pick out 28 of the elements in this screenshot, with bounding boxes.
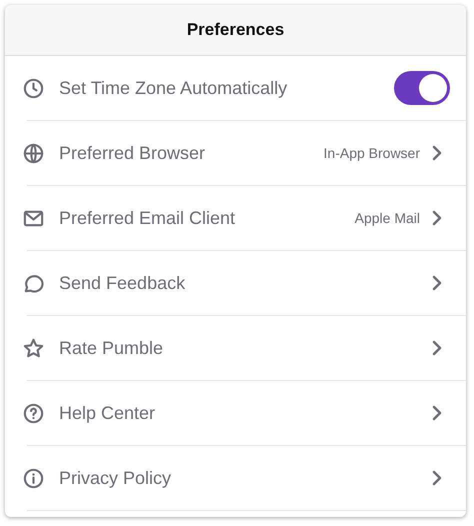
toggle-switch[interactable]: [394, 71, 450, 105]
setting-label: Preferred Browser: [59, 142, 206, 164]
help-icon: [22, 402, 45, 424]
settings-item[interactable]: Preferred Browser In-App Browser: [27, 121, 466, 186]
chevron-right-icon: [432, 405, 442, 421]
window-title: Preferences: [186, 20, 284, 40]
settings-item[interactable]: Send Feedback: [27, 251, 466, 316]
info-icon: [22, 466, 45, 490]
setting-label: Send Feedback: [59, 272, 186, 294]
chevron-right-icon: [432, 145, 442, 161]
setting-label: Preferred Email Client: [59, 208, 236, 228]
chevron-right-icon: [432, 275, 442, 291]
chevron-right-icon: [432, 470, 442, 486]
star-icon: [22, 336, 45, 360]
setting-label: Help Center: [59, 402, 156, 424]
setting-label: Privacy Policy: [59, 468, 172, 488]
settings-item[interactable]: Rate Pumble: [27, 316, 466, 381]
settings-item[interactable]: Privacy Policy: [27, 446, 466, 511]
chevron-right-icon: [432, 210, 442, 226]
globe-icon: [22, 142, 45, 164]
setting-label: Set Time Zone Automatically: [59, 78, 288, 98]
settings-item[interactable]: Preferred Email Client Apple Mail: [27, 186, 466, 251]
settings-item[interactable]: Help Center: [27, 381, 466, 446]
chevron-right-icon: [432, 340, 442, 356]
setting-label: Rate Pumble: [59, 338, 164, 358]
setting-value: In-App Browser: [324, 145, 420, 161]
clock-icon: [22, 76, 45, 100]
setting-value: Apple Mail: [354, 210, 420, 226]
